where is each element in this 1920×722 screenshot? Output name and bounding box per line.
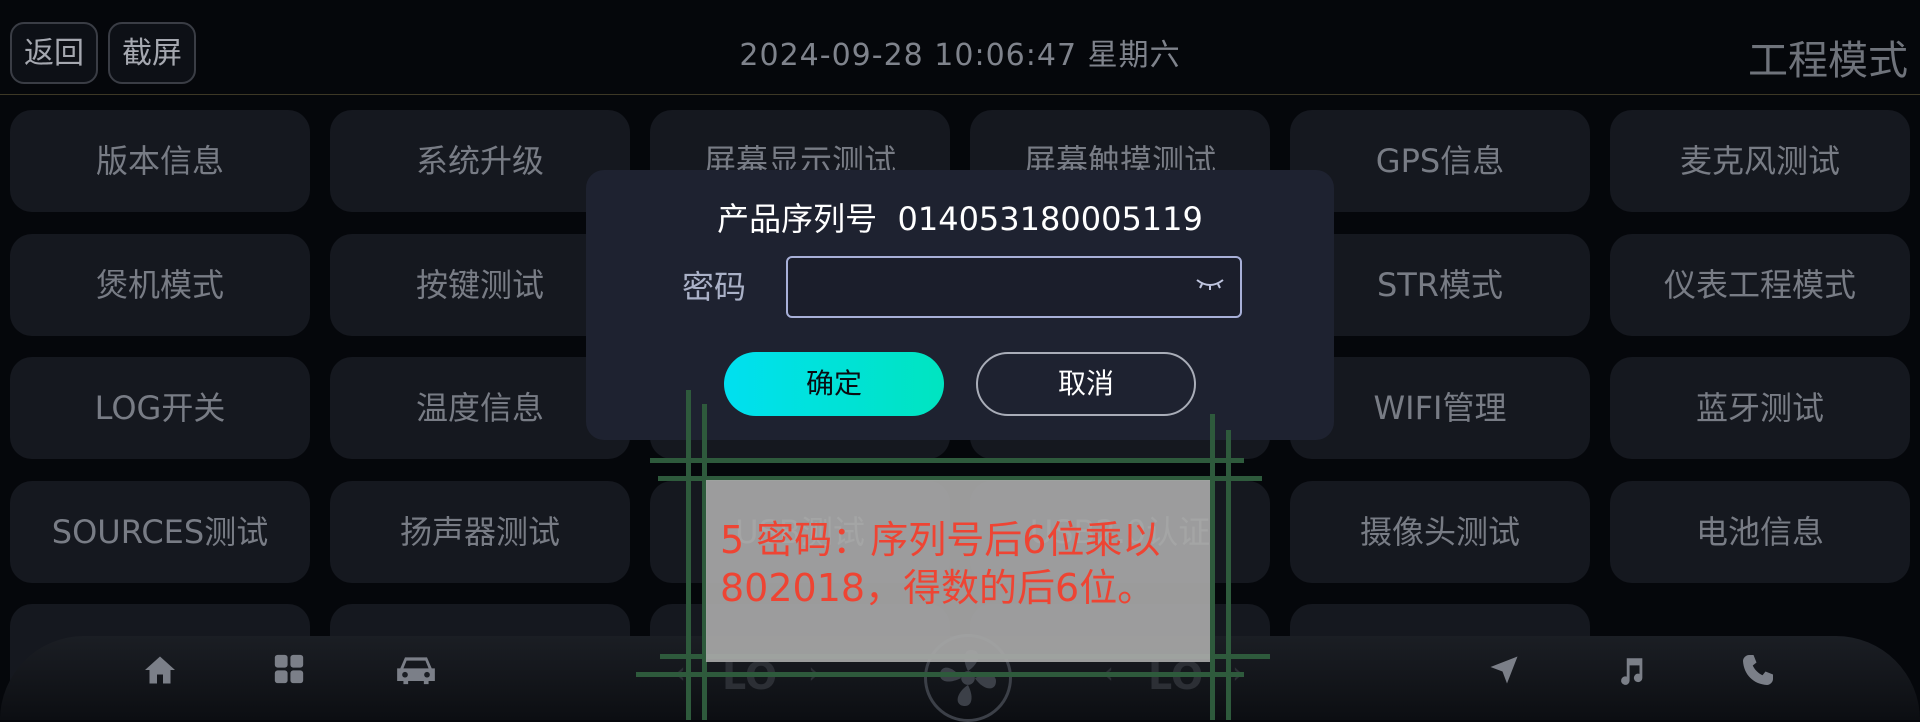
annotation-line <box>650 458 1244 463</box>
grid-button-cluster-engineering[interactable]: 仪表工程模式 <box>1610 234 1910 336</box>
password-label: 密码 <box>682 268 747 306</box>
serial-number: 产品序列号 014053180005119 <box>586 194 1334 240</box>
home-icon[interactable] <box>142 652 178 688</box>
navigation-icon[interactable] <box>1486 652 1522 688</box>
grid-button-bluetooth-test[interactable]: 蓝牙测试 <box>1610 357 1910 459</box>
serial-value: 014053180005119 <box>897 200 1203 238</box>
page-title: 工程模式 <box>1748 38 1908 84</box>
annotation-line <box>636 672 1244 677</box>
grid-button-speaker-test[interactable]: 扬声器测试 <box>330 481 630 583</box>
top-bar: 返回 截屏 2024-09-28 10:06:47 星期六 工程模式 <box>0 0 1920 95</box>
grid-button-wifi-manage[interactable]: WIFI管理 <box>1290 357 1590 459</box>
grid-button-version-info[interactable]: 版本信息 <box>10 110 310 212</box>
annotation-line <box>686 390 691 720</box>
annotation-line <box>1210 414 1215 720</box>
password-dialog: 产品序列号 014053180005119 密码 确定 取消 <box>586 170 1334 440</box>
phone-icon[interactable] <box>1740 652 1776 688</box>
grid-button-gps-info[interactable]: GPS信息 <box>1290 110 1590 212</box>
password-input[interactable] <box>786 256 1242 318</box>
grid-button-temperature-info[interactable]: 温度信息 <box>330 357 630 459</box>
grid-button-key-test[interactable]: 按键测试 <box>330 234 630 336</box>
grid-button-camera-test[interactable]: 摄像头测试 <box>1290 481 1590 583</box>
cancel-button[interactable]: 取消 <box>976 352 1196 416</box>
serial-label: 产品序列号 <box>717 200 878 238</box>
grid-button-mic-test[interactable]: 麦克风测试 <box>1610 110 1910 212</box>
grid-button-log-switch[interactable]: LOG开关 <box>10 357 310 459</box>
grid-button-burn-in-mode[interactable]: 煲机模式 <box>10 234 310 336</box>
grid-button-system-upgrade[interactable]: 系统升级 <box>330 110 630 212</box>
annotation-text: 5 密码：序列号后6位乘以802018，得数的后6位。 <box>720 518 1161 610</box>
music-icon[interactable] <box>1614 652 1648 690</box>
grid-button-str-mode[interactable]: STR模式 <box>1290 234 1590 336</box>
apps-icon[interactable] <box>272 652 306 686</box>
car-icon[interactable] <box>394 652 438 688</box>
grid-button-battery-info[interactable]: 电池信息 <box>1610 481 1910 583</box>
confirm-button[interactable]: 确定 <box>724 352 944 416</box>
grid-button-sources-test[interactable]: SOURCES测试 <box>10 481 310 583</box>
annotation-line <box>1226 430 1231 720</box>
eye-closed-icon[interactable] <box>1194 274 1226 294</box>
datetime: 2024-09-28 10:06:47 星期六 <box>739 38 1181 73</box>
